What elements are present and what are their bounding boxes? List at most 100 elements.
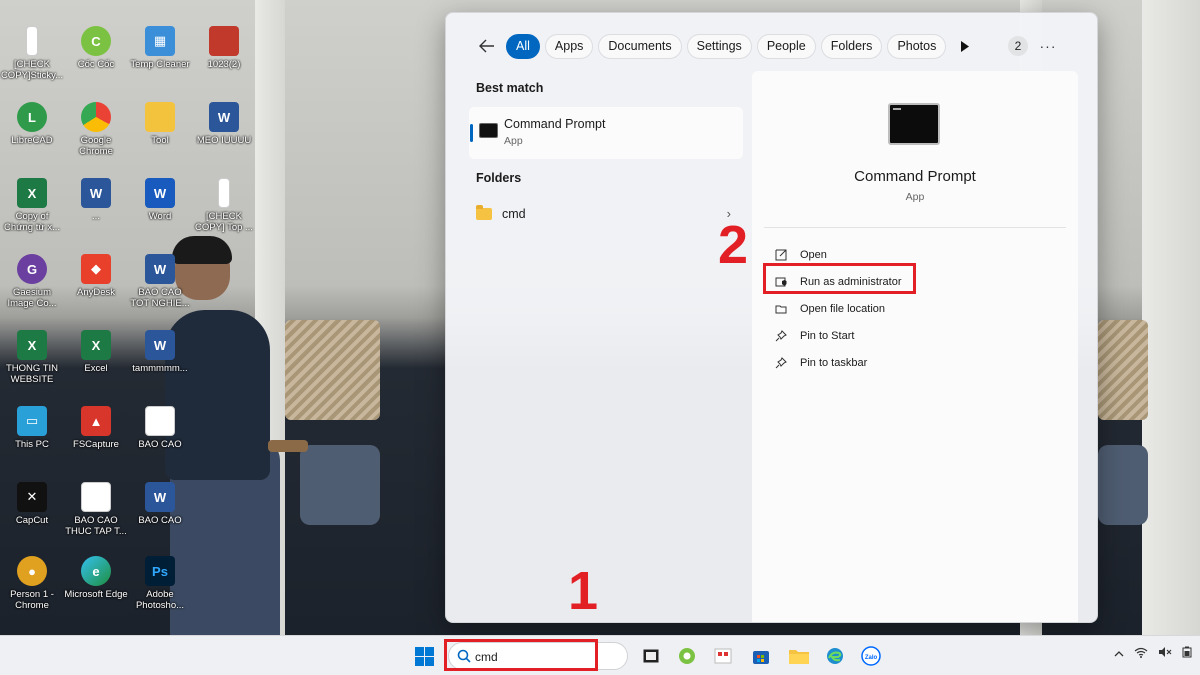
filter-documents[interactable]: Documents xyxy=(598,33,682,59)
desktop-icon[interactable]: BAO CAO THUC TAP T... xyxy=(64,482,128,537)
wallpaper-pillar xyxy=(1142,0,1200,635)
desktop-icon-label: FSCapture xyxy=(73,439,119,450)
command-prompt-large-icon xyxy=(888,103,940,145)
desktop-icon-label: BAO CAO TOT NGHIE... xyxy=(130,287,190,309)
more-filters-button[interactable] xyxy=(957,38,973,54)
desktop-icon[interactable]: W BAO CAO TOT NGHIE... xyxy=(128,254,192,309)
word-doc-icon: W xyxy=(81,178,111,208)
best-match-title: Command Prompt xyxy=(504,117,606,131)
wallpaper-chair xyxy=(285,320,380,420)
desktop-icon-label: Temp Cleaner xyxy=(130,59,190,70)
desktop-icon[interactable]: Google Chrome xyxy=(64,102,128,157)
play-icon xyxy=(961,40,970,52)
detail-title: Command Prompt xyxy=(854,168,976,185)
divider xyxy=(764,227,1066,228)
word-doc-icon: W xyxy=(209,102,239,132)
coccoc-taskbar-button[interactable] xyxy=(676,645,698,667)
desktop-icon[interactable]: C Cốc Cốc xyxy=(64,26,128,70)
coccoc-icon xyxy=(679,648,695,664)
desktop-icon[interactable]: W tammmmm... xyxy=(128,330,192,374)
librecad-icon: L xyxy=(17,102,47,132)
rewards-badge[interactable]: 2 xyxy=(1008,36,1028,56)
wifi-icon[interactable] xyxy=(1134,647,1148,661)
monitor-icon: ▭ xyxy=(17,406,47,436)
edge-icon xyxy=(827,648,843,664)
desktop-icon[interactable]: e Microsoft Edge xyxy=(64,556,128,600)
desktop-icon-label: Gaesium Image Co... xyxy=(7,287,57,309)
action-label: Pin to taskbar xyxy=(800,356,868,369)
chevron-up-icon[interactable] xyxy=(1114,647,1124,661)
store-taskbar-button[interactable] xyxy=(750,645,772,667)
desktop-icon[interactable]: W MEO IUUUU xyxy=(192,102,256,146)
more-options-button[interactable]: ··· xyxy=(1036,34,1060,58)
start-button[interactable] xyxy=(413,645,435,667)
word-doc-icon: W xyxy=(145,330,175,360)
back-button[interactable] xyxy=(476,35,498,57)
volume-muted-icon[interactable] xyxy=(1158,646,1172,661)
desktop-icon[interactable]: [CHECK COPY] Top ... xyxy=(192,178,256,233)
zalo-taskbar-button[interactable]: Zalo xyxy=(860,645,882,667)
desktop-icon[interactable]: X Copy of Chứng từ x... xyxy=(0,178,64,233)
battery-icon[interactable] xyxy=(1182,646,1192,661)
filter-settings[interactable]: Settings xyxy=(686,33,752,59)
desktop-icon[interactable]: G Gaesium Image Co... xyxy=(0,254,64,309)
desktop-icon[interactable]: [CHECK COPY]Sticky... xyxy=(0,26,64,81)
folder-icon xyxy=(145,102,175,132)
desktop-icon-label: AnyDesk xyxy=(76,287,115,298)
desktop-icon[interactable]: ▲ FSCapture xyxy=(64,406,128,450)
desktop-icon-label: MEO IUUUU xyxy=(196,135,252,146)
ellipsis-icon: ··· xyxy=(1039,38,1057,54)
chrome-icon: ● xyxy=(17,556,47,586)
image-icon xyxy=(209,26,239,56)
gaesium-icon: G xyxy=(17,254,47,284)
highlight-run-as-admin xyxy=(763,263,916,294)
document-icon xyxy=(145,406,175,436)
chrome-icon xyxy=(81,102,111,132)
anydesk-icon: ◆ xyxy=(81,254,111,284)
action-list: Open Run as administrator Open file loca… xyxy=(774,241,902,376)
action-label: Pin to Start xyxy=(800,329,855,342)
desktop-icon-label: LibreCAD xyxy=(11,135,53,146)
photoshop-icon: Ps xyxy=(145,556,175,586)
desktop-icon[interactable]: Tool xyxy=(128,102,192,146)
desktop-icon[interactable]: ▦ Temp Cleaner xyxy=(128,26,192,70)
desktop-icon[interactable]: X THONG TIN WEBSITE xyxy=(0,330,64,385)
desktop-icon[interactable]: 1023(2) xyxy=(192,26,256,70)
excel-icon: X xyxy=(81,330,111,360)
file-explorer-taskbar-button[interactable] xyxy=(788,645,810,667)
desktop-icon[interactable]: X Excel xyxy=(64,330,128,374)
folder-result[interactable]: cmd › xyxy=(476,203,731,225)
task-view-button[interactable] xyxy=(640,645,662,667)
edge-taskbar-button[interactable] xyxy=(824,645,846,667)
document-icon xyxy=(218,178,230,208)
action-open-file-location[interactable]: Open file location xyxy=(774,295,902,322)
filter-people[interactable]: People xyxy=(756,33,816,59)
system-tray xyxy=(1114,646,1192,661)
desktop-icon-label: BAO CAO THUC TAP T... xyxy=(65,515,127,537)
best-match-heading: Best match xyxy=(476,81,544,95)
capcut-icon: ✕ xyxy=(17,482,47,512)
store-icon xyxy=(753,651,769,664)
desktop-icon[interactable]: W Word xyxy=(128,178,192,222)
desktop-icon[interactable]: ● Person 1 - Chrome xyxy=(0,556,64,611)
desktop-icon[interactable]: BAO CAO xyxy=(128,406,192,450)
filter-folders[interactable]: Folders xyxy=(820,33,883,59)
desktop-icon[interactable]: Ps Adobe Photosho... xyxy=(128,556,192,611)
excel-icon: X xyxy=(17,330,47,360)
desktop-icon[interactable]: W BAO CAO xyxy=(128,482,192,526)
app-taskbar-button[interactable] xyxy=(712,645,734,667)
action-pin-to-taskbar[interactable]: Pin to taskbar xyxy=(774,349,902,376)
wallpaper-chair xyxy=(1098,320,1148,420)
desktop-icon[interactable]: ◆ AnyDesk xyxy=(64,254,128,298)
action-pin-to-start[interactable]: Pin to Start xyxy=(774,322,902,349)
desktop-icon[interactable]: ✕ CapCut xyxy=(0,482,64,526)
best-match-result[interactable]: Command Prompt App xyxy=(469,107,743,159)
desktop-icon[interactable]: W ... xyxy=(64,178,128,222)
filter-apps[interactable]: Apps xyxy=(544,33,594,59)
desktop-icon[interactable]: L LibreCAD xyxy=(0,102,64,146)
filter-all[interactable]: All xyxy=(506,33,540,59)
filter-photos[interactable]: Photos xyxy=(887,33,947,59)
step-1-label: 1 xyxy=(568,561,599,621)
wallpaper-armrest xyxy=(268,440,308,452)
desktop-icon[interactable]: ▭ This PC xyxy=(0,406,64,450)
